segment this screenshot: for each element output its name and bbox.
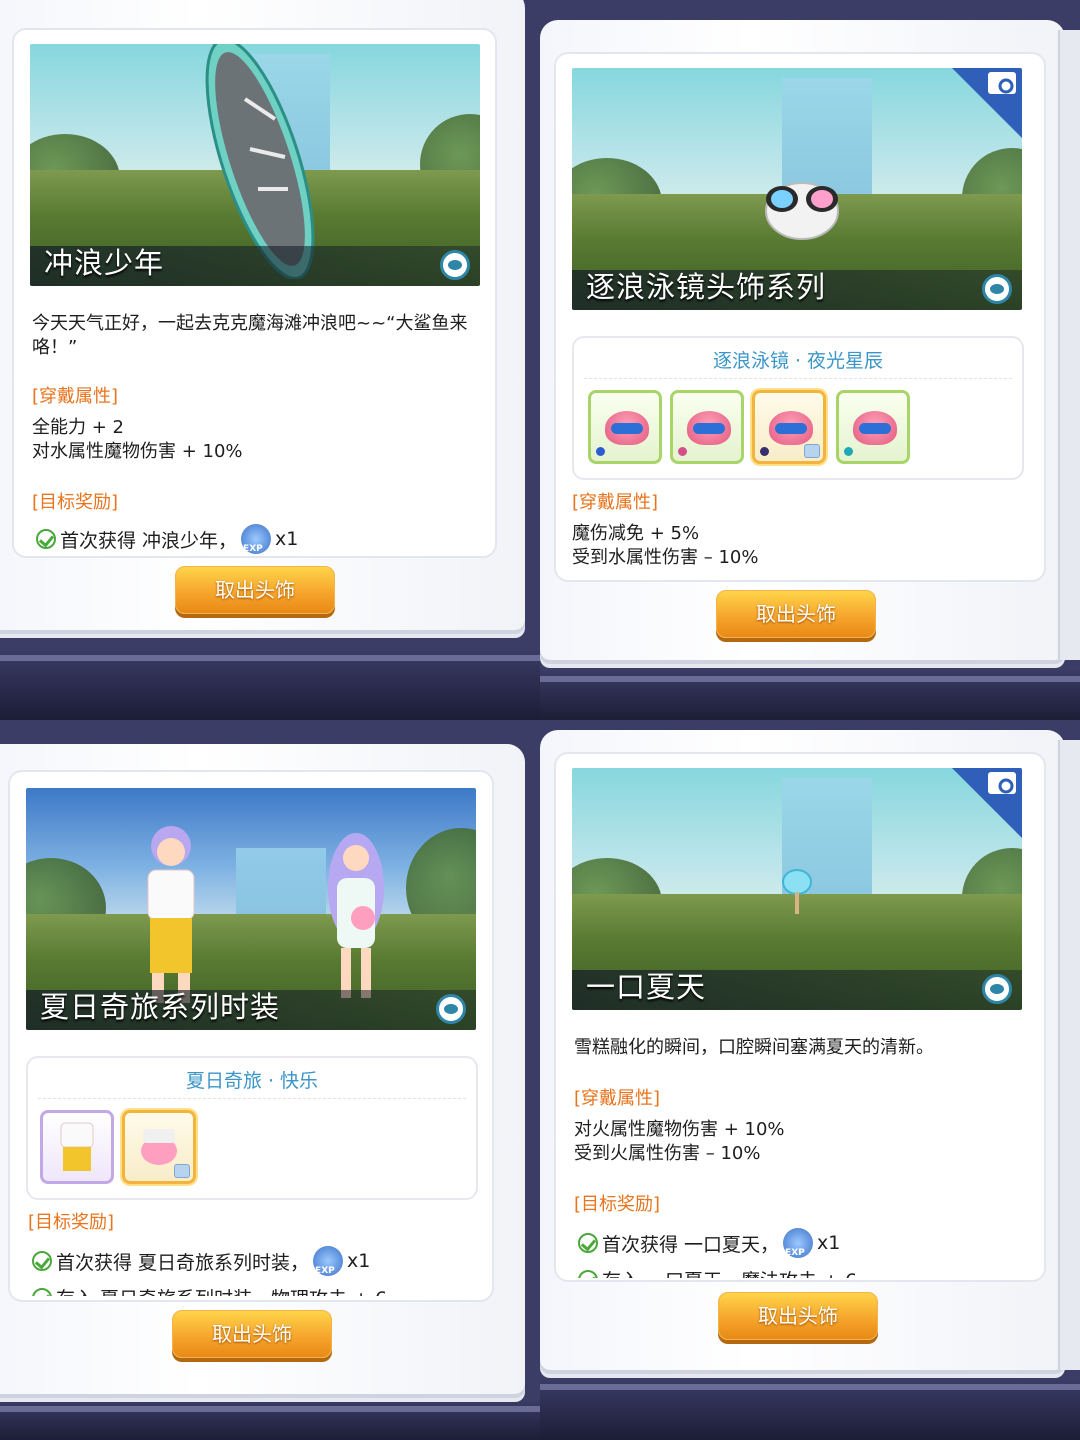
reward-quantity: x1 — [347, 1250, 371, 1272]
check-icon — [36, 529, 56, 549]
panel-icecream: 一口夏天 雪糕融化的瞬间，口腔瞬间塞满夏天的清新。 [穿戴属性] 对火属性魔物伤… — [540, 720, 1080, 1440]
series-slot-selected[interactable] — [752, 390, 826, 464]
surfboard-icon — [205, 44, 315, 279]
reward-row: 首次获得 一口夏天， EXP x1 — [578, 1228, 840, 1258]
goggles-hat-icon — [765, 182, 839, 240]
exp-icon: EXP — [313, 1246, 344, 1276]
item-card: 夏日奇旅系列时装 夏日奇旅 · 快乐 [目标奖励] 首次获得 夏日奇旅系列时装，… — [8, 770, 494, 1302]
goal-reward-label: [目标奖励] — [32, 492, 119, 513]
preview-eye-icon[interactable] — [436, 994, 466, 1024]
preview-eye-icon[interactable] — [982, 974, 1012, 1004]
caption-bar: 夏日奇旅系列时装 — [26, 990, 476, 1030]
panel-summer-outfit: 夏日奇旅系列时装 夏日奇旅 · 快乐 [目标奖励] 首次获得 夏日奇旅系列时装，… — [0, 720, 540, 1440]
stat-line: 受到水属性伤害 – 10% — [572, 547, 759, 568]
take-out-headwear-button[interactable]: 取出头饰 — [716, 590, 876, 638]
series-box: 夏日奇旅 · 快乐 — [26, 1056, 478, 1200]
caption-bar: 冲浪少年 — [30, 246, 480, 286]
item-description: 今天天气正好，一起去克克魔海滩冲浪吧~~“大鲨鱼来咯！” — [32, 313, 468, 358]
reward-text: 首次获得 冲浪少年， — [60, 529, 238, 552]
take-out-headwear-button[interactable]: 取出头饰 — [172, 1310, 332, 1358]
series-name: 夏日奇旅 · 快乐 — [185, 1070, 319, 1092]
caption-bar: 逐浪泳镜头饰系列 — [572, 270, 1022, 310]
panel-goggles-series: 逐浪泳镜头饰系列 逐浪泳镜 · 夜光星辰 [穿戴属性] 魔伤减免 + 5% 受到… — [540, 0, 1080, 720]
check-icon — [578, 1269, 598, 1278]
item-title: 冲浪少年 — [44, 246, 165, 280]
exp-icon: EXP — [241, 524, 272, 554]
caption-bar: 一口夏天 — [572, 970, 1022, 1010]
preview-eye-icon[interactable] — [982, 274, 1012, 304]
check-icon — [32, 1287, 52, 1296]
reward-row: 首次获得 冲浪少年， EXP x1 — [36, 524, 298, 554]
series-name: 逐浪泳镜 · 夜光星辰 — [712, 350, 884, 372]
reward-row-clipped: 存入 夏日奇旅系列时装，物理攻击 + 6 — [28, 1284, 478, 1296]
popsicle-icon — [782, 869, 812, 914]
inspect-tag-icon[interactable] — [950, 68, 1022, 140]
item-card: 冲浪少年 今天天气正好，一起去克克魔海滩冲浪吧~~“大鲨鱼来咯！” [穿戴属性]… — [12, 28, 497, 558]
wardrobe-icon — [174, 1164, 190, 1178]
series-slot[interactable] — [836, 390, 910, 464]
reward-text: 首次获得 一口夏天， — [602, 1233, 780, 1256]
preview-eye-icon[interactable] — [440, 250, 470, 280]
color-dot — [760, 447, 769, 456]
check-icon — [32, 1251, 52, 1271]
reward-text: 首次获得 夏日奇旅系列时装， — [56, 1251, 310, 1274]
item-title: 一口夏天 — [586, 970, 707, 1004]
preview-scene: 逐浪泳镜头饰系列 — [572, 68, 1022, 310]
wear-attributes-label: [穿戴属性] — [574, 1088, 661, 1109]
stat-line: 对火属性魔物伤害 + 10% — [574, 1119, 785, 1140]
item-card: 一口夏天 雪糕融化的瞬间，口腔瞬间塞满夏天的清新。 [穿戴属性] 对火属性魔物伤… — [554, 752, 1046, 1282]
stat-line: 全能力 + 2 — [32, 417, 124, 438]
reward-text: 存入 夏日奇旅系列时装，物理攻击 + 6 — [56, 1284, 387, 1296]
wear-attributes-label: [穿戴属性] — [572, 492, 659, 513]
reward-quantity: x1 — [275, 528, 299, 550]
goal-reward-label: [目标奖励] — [28, 1212, 115, 1233]
take-out-headwear-button[interactable]: 取出头饰 — [175, 566, 335, 614]
check-icon — [578, 1233, 598, 1253]
reward-row: 首次获得 夏日奇旅系列时装， EXP x1 — [32, 1246, 370, 1276]
goal-reward-label: [目标奖励] — [574, 1194, 661, 1215]
outfit-icon — [60, 1122, 94, 1171]
color-dot — [678, 447, 687, 456]
stat-line: 魔伤减免 + 5% — [572, 523, 700, 544]
item-description: 雪糕融化的瞬间，口腔瞬间塞满夏天的清新。 — [574, 1037, 934, 1058]
wardrobe-icon — [804, 444, 820, 458]
inspect-tag-icon[interactable] — [950, 768, 1022, 840]
stat-line: 受到火属性伤害 – 10% — [574, 1143, 761, 1164]
series-slot[interactable] — [40, 1110, 114, 1184]
panel-surf-boy: 冲浪少年 今天天气正好，一起去克克魔海滩冲浪吧~~“大鲨鱼来咯！” [穿戴属性]… — [0, 0, 540, 720]
reward-quantity: x1 — [817, 1232, 841, 1254]
stat-line: 对水属性魔物伤害 + 10% — [32, 441, 243, 462]
series-box: 逐浪泳镜 · 夜光星辰 — [572, 336, 1024, 480]
exp-icon: EXP — [783, 1228, 814, 1258]
item-card: 逐浪泳镜头饰系列 逐浪泳镜 · 夜光星辰 [穿戴属性] 魔伤减免 + 5% 受到… — [554, 52, 1046, 582]
preview-scene: 夏日奇旅系列时装 — [26, 788, 476, 1030]
item-title: 夏日奇旅系列时装 — [40, 990, 281, 1024]
item-title: 逐浪泳镜头饰系列 — [586, 270, 827, 304]
reward-text: 存入 一口夏天，魔法攻击 + 6 — [602, 1266, 857, 1278]
series-slot[interactable] — [670, 390, 744, 464]
preview-scene: 冲浪少年 — [30, 44, 480, 286]
wear-attributes-label: [穿戴属性] — [32, 386, 119, 407]
series-slot-selected[interactable] — [122, 1110, 196, 1184]
series-slot[interactable] — [588, 390, 662, 464]
color-dot — [596, 447, 605, 456]
color-dot — [844, 447, 853, 456]
take-out-headwear-button[interactable]: 取出头饰 — [718, 1292, 878, 1340]
reward-row-clipped: 存入 一口夏天，魔法攻击 + 6 — [574, 1266, 1024, 1278]
preview-scene: 一口夏天 — [572, 768, 1022, 1010]
